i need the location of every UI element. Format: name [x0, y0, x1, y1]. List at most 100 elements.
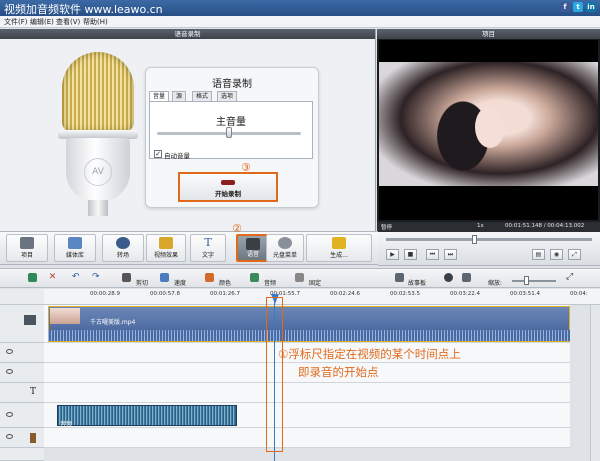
project-button[interactable]: 项目 — [6, 234, 48, 262]
fullscreen-icon[interactable]: ⤢ — [568, 249, 581, 260]
facebook-icon[interactable]: f — [560, 2, 570, 12]
text-button[interactable]: T 文字 — [190, 234, 226, 262]
text-track-header: T — [0, 383, 44, 403]
freeze-button[interactable]: 固定 — [309, 278, 321, 287]
mic-icon: AV — [56, 52, 140, 217]
speed-button[interactable]: 速度 — [174, 278, 186, 287]
ruler-tick: 00:01:26.7 — [210, 291, 240, 297]
storyboard-button[interactable]: 故事板 — [408, 278, 426, 287]
annotation-note: ①浮标尺指定在视频的某个时间点上 即录音的开始点 — [278, 345, 461, 381]
video-effects-label: 视频效果 — [153, 252, 178, 259]
transition-button[interactable]: 转场 — [102, 234, 144, 262]
menu-bar: 文件(F) 编辑(E) 查看(V) 帮助(H) — [0, 16, 600, 28]
video-effects-button[interactable]: 视频效果 — [146, 234, 186, 262]
video-clip-waveform — [48, 330, 570, 341]
eye-icon[interactable] — [6, 412, 13, 417]
monitor-icon[interactable] — [462, 273, 471, 282]
video-track-header — [0, 305, 44, 343]
auto-volume-label: 自动音量 — [164, 152, 190, 160]
skip-back-icon[interactable]: ⏮ — [426, 249, 439, 260]
ruler-tick: 00:03:51.4 — [510, 291, 540, 297]
ruler-tick: 00:02:24.6 — [330, 291, 360, 297]
delete-icon[interactable]: ✕ — [48, 273, 57, 282]
video-frame — [379, 62, 598, 186]
annotation-2: ② — [232, 222, 242, 235]
audio-icon — [250, 273, 259, 282]
volume-slider-thumb[interactable] — [226, 127, 232, 138]
app-window: 视频加音频软件 www.leawo.cn f t in 文件(F) 编辑(E) … — [0, 0, 600, 461]
undo-icon[interactable]: ↶ — [72, 273, 81, 282]
annotation-note-text1: 浮标尺指定在视频的某个时间点上 — [288, 347, 461, 361]
generate-icon — [332, 237, 346, 249]
linkedin-icon[interactable]: in — [586, 2, 596, 12]
aspect-icon[interactable]: ▤ — [532, 249, 545, 260]
window-title: 视频加音频软件 www.leawo.cn — [4, 3, 163, 16]
twitter-icon[interactable]: t — [573, 2, 583, 12]
audio-button[interactable]: 音频 — [264, 278, 276, 287]
text-icon: T — [204, 236, 212, 249]
zoom-label: 缩放: — [488, 280, 503, 287]
transition-label: 转场 — [116, 252, 129, 259]
seek-thumb[interactable] — [472, 235, 477, 244]
disc-icon — [278, 237, 292, 249]
text-lane[interactable] — [44, 383, 570, 403]
menu-help[interactable]: 帮助(H) — [83, 17, 108, 27]
record-icon — [221, 180, 235, 185]
auto-volume-checkbox[interactable]: ✓ — [154, 150, 162, 158]
zoom-slider[interactable] — [512, 280, 556, 282]
annotation-note-line1: ①浮标尺指定在视频的某个时间点上 — [278, 345, 461, 363]
playback-state: 暂停 — [381, 225, 393, 231]
project-panel-title: 项目 — [377, 29, 600, 39]
redo-icon[interactable]: ↷ — [92, 273, 101, 282]
start-recording-button[interactable]: 开始录制 — [178, 172, 278, 202]
disc-menu-button[interactable]: 光盘菜单 — [266, 234, 304, 262]
zoom-thumb[interactable] — [524, 276, 529, 285]
tab-options[interactable]: 选项 — [217, 91, 238, 101]
annotation-note-line2: 即录音的开始点 — [298, 365, 379, 379]
time-readout: 00:01:51.148 / 00:04:13.002 — [505, 223, 585, 229]
voice-lane[interactable] — [44, 428, 570, 448]
mic-track-icon — [30, 433, 36, 443]
color-icon — [205, 273, 214, 282]
preview-status-bar: 暂停 1x 00:01:51.148 / 00:04:13.002 — [377, 222, 600, 232]
voice-button[interactable]: 语音 — [236, 234, 270, 262]
cut-button[interactable]: 剪切 — [136, 278, 148, 287]
video-preview[interactable] — [379, 40, 598, 220]
annotation-3: ③ — [241, 161, 251, 174]
menu-file[interactable]: 文件(F) — [4, 17, 28, 27]
eye-icon[interactable] — [6, 349, 13, 354]
tab-source[interactable]: 源 — [172, 91, 187, 101]
media-library-button[interactable]: 媒体库 — [54, 234, 96, 262]
ruler-tick: 00:02:53.5 — [390, 291, 420, 297]
menu-view[interactable]: 查看(V) — [56, 17, 80, 27]
storyboard-icon — [395, 273, 404, 282]
ruler-tick: 00:04: — [570, 291, 588, 297]
record-heading: 语音录制 — [212, 79, 252, 90]
skip-forward-icon[interactable]: ⏭ — [444, 249, 457, 260]
track-header-corner — [0, 289, 44, 305]
seek-bar[interactable] — [386, 238, 592, 241]
speed-icon — [160, 273, 169, 282]
stop-icon[interactable]: ■ — [404, 249, 417, 260]
tab-volume[interactable]: 音量 — [149, 91, 170, 101]
generate-button[interactable]: 生成... — [306, 234, 372, 262]
cut-icon — [122, 273, 131, 282]
timeline-scrollbar[interactable] — [590, 305, 600, 461]
color-button[interactable]: 颜色 — [219, 278, 231, 287]
audio-clip[interactable] — [57, 405, 237, 426]
menu-edit[interactable]: 编辑(E) — [30, 17, 54, 27]
voiceover-icon[interactable] — [444, 273, 453, 282]
eye-icon[interactable] — [6, 369, 13, 374]
voice-track-header — [0, 428, 44, 448]
record-panel-title: 语音录制 — [0, 29, 375, 39]
project-label: 项目 — [20, 252, 33, 259]
add-media-icon[interactable] — [28, 273, 37, 282]
effects-track-header — [0, 363, 44, 383]
fit-icon[interactable]: ⤢ — [566, 273, 575, 282]
overlay-track-header — [0, 343, 44, 363]
camera-icon[interactable]: ◉ — [550, 249, 563, 260]
tab-format[interactable]: 格式 — [192, 91, 213, 101]
preview-face — [475, 106, 505, 148]
eye-icon[interactable] — [6, 434, 13, 439]
play-icon[interactable]: ▶ — [386, 249, 399, 260]
